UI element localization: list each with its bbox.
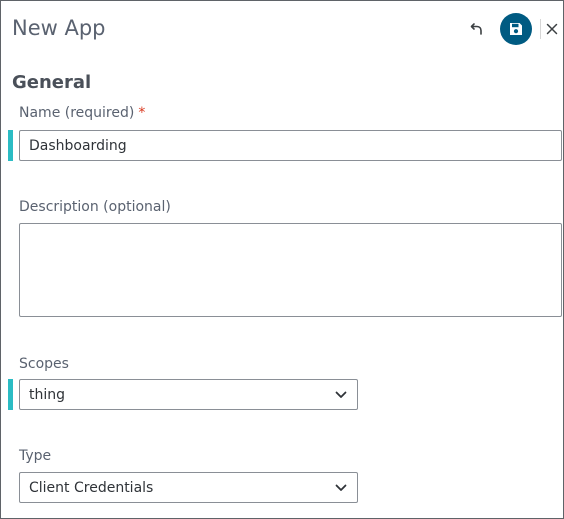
- type-selected-value: Client Credentials: [29, 479, 154, 496]
- dialog-title: New App: [12, 16, 106, 40]
- type-label: Type: [19, 448, 52, 464]
- scopes-selected-value: thing: [29, 386, 66, 403]
- type-select[interactable]: Client Credentials: [19, 472, 358, 503]
- name-input-value: Dashboarding: [29, 137, 127, 154]
- close-button[interactable]: [542, 17, 562, 41]
- close-icon: [546, 23, 558, 35]
- name-label: Name (required) *: [19, 105, 145, 121]
- name-focus-indicator: [8, 130, 13, 161]
- scopes-label: Scopes: [19, 356, 69, 372]
- save-icon: [510, 23, 522, 35]
- name-label-text: Name (required): [19, 105, 135, 121]
- description-label: Description (optional): [19, 199, 171, 215]
- description-textarea[interactable]: [19, 223, 562, 317]
- save-button[interactable]: [500, 13, 532, 45]
- undo-button[interactable]: [465, 17, 489, 41]
- chevron-down-icon: [335, 482, 347, 494]
- header-divider: [540, 19, 541, 39]
- required-marker: *: [138, 105, 146, 121]
- name-input[interactable]: Dashboarding: [19, 130, 562, 161]
- section-title: General: [12, 72, 92, 93]
- scopes-select[interactable]: thing: [19, 379, 358, 410]
- scopes-focus-indicator: [8, 379, 13, 410]
- chevron-down-icon: [335, 389, 347, 401]
- undo-icon: [470, 23, 482, 35]
- new-app-dialog: New App General Name (required) * Dashboa…: [0, 0, 564, 519]
